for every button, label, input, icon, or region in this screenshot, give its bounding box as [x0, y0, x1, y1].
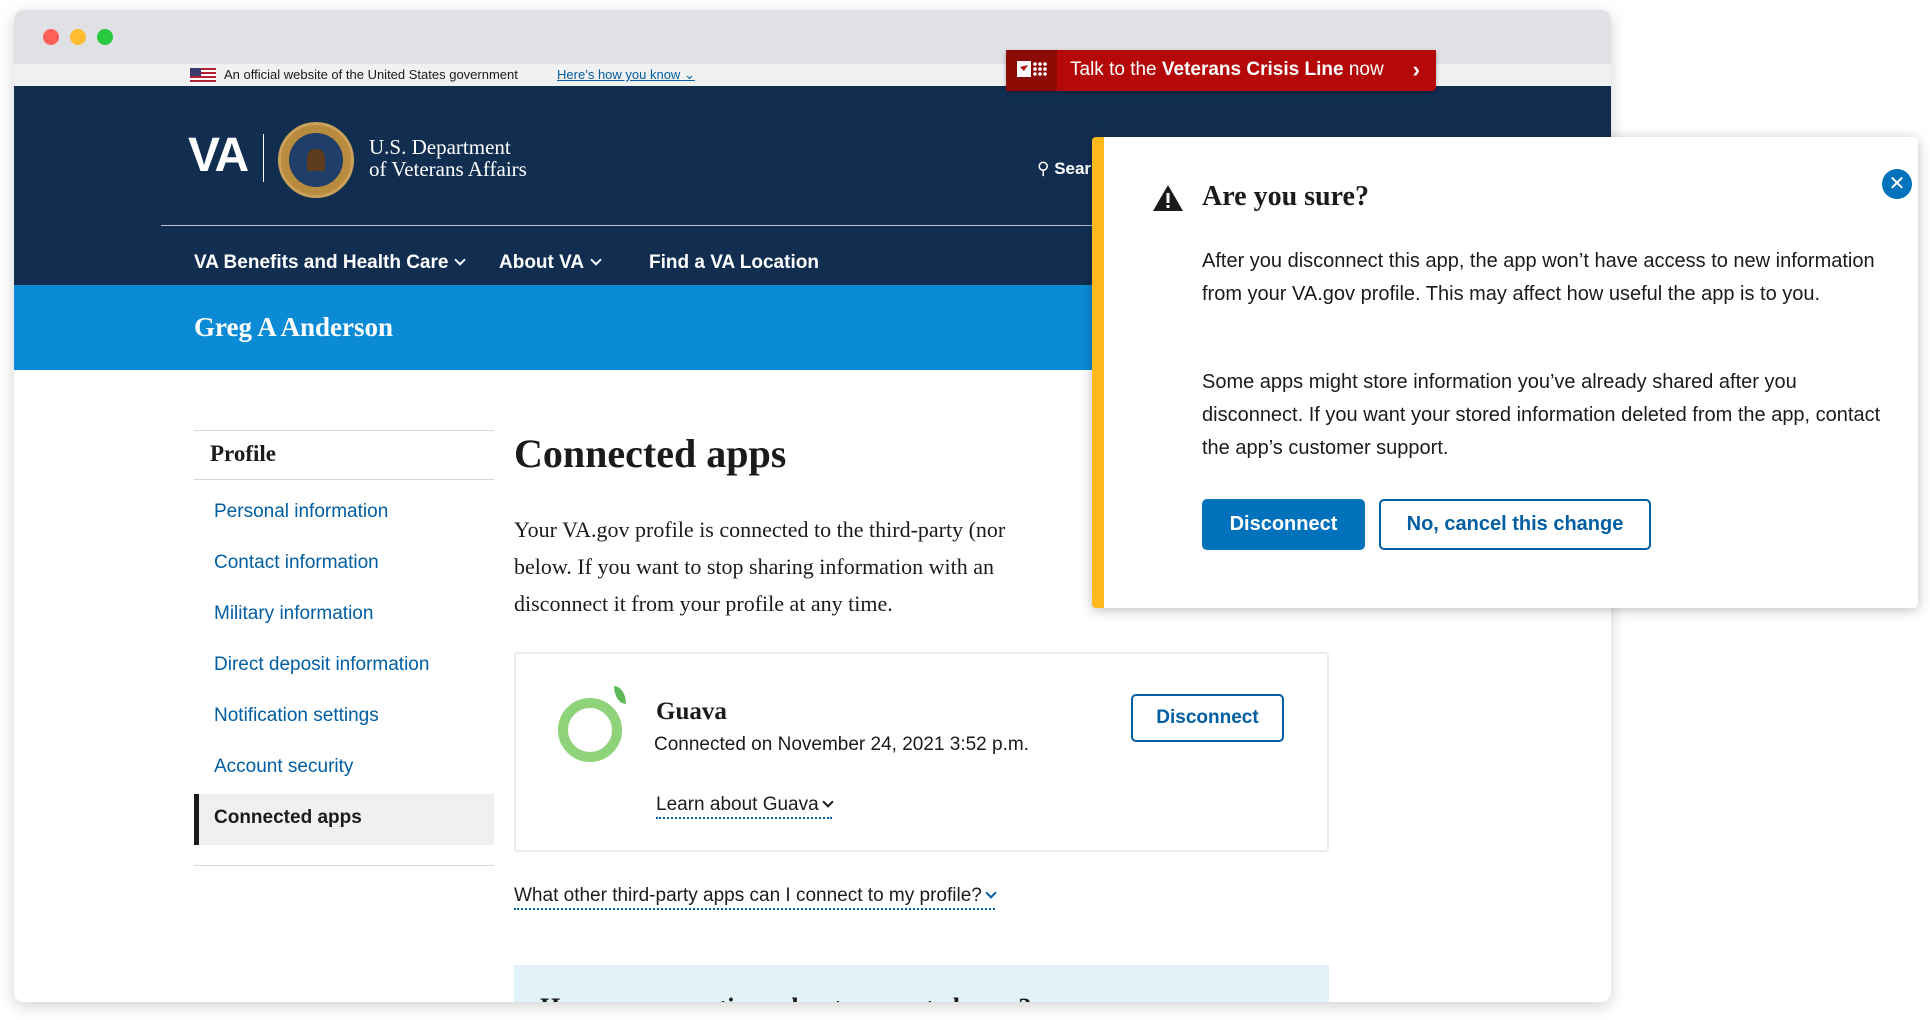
faq-heading: Have more questions about connected apps…: [540, 993, 1031, 1002]
chevron-down-icon: [454, 254, 467, 266]
crisis-suffix: now: [1343, 59, 1384, 80]
modal-paragraph-2: Some apps might store information you’ve…: [1202, 371, 1881, 459]
sidenav-item-notification-settings[interactable]: Notification settings: [194, 692, 494, 743]
sidenav-item-military-information[interactable]: Military information: [194, 590, 494, 641]
nav-find-location[interactable]: Find a VA Location: [649, 252, 819, 274]
leaf-icon: [614, 686, 626, 704]
how-you-know-label: Here’s how you know: [557, 67, 681, 82]
sidenav-item-account-security[interactable]: Account security: [194, 743, 494, 794]
nav-about-va[interactable]: About VA: [499, 252, 602, 274]
how-you-know-link[interactable]: Here’s how you know ⌄: [557, 67, 695, 83]
modal-cancel-button[interactable]: No, cancel this change: [1379, 499, 1651, 550]
other-apps-toggle[interactable]: What other third-party apps can I connec…: [514, 885, 997, 910]
department-name: U.S. Department of Veterans Affairs: [369, 136, 527, 180]
chevron-right-icon: ›: [1412, 57, 1420, 82]
nav-va-benefits[interactable]: VA Benefits and Health Care: [194, 252, 467, 274]
sidenav-item-personal-information[interactable]: Personal information: [194, 488, 494, 539]
user-name: Greg A Anderson: [194, 312, 394, 342]
gov-banner-text: An official website of the United States…: [224, 67, 518, 82]
header-divider: [161, 225, 1111, 226]
sidenav-divider: [194, 865, 494, 866]
minimize-window-button[interactable]: [70, 29, 86, 45]
sidenav-title: Profile: [194, 430, 494, 480]
veterans-crisis-line-button[interactable]: Talk to the Veterans Crisis Line now ›: [1006, 50, 1436, 91]
close-window-button[interactable]: [43, 29, 59, 45]
chevron-down-icon: [822, 796, 834, 808]
other-apps-label: What other third-party apps can I connec…: [514, 885, 982, 906]
chevron-down-icon: [985, 887, 997, 899]
logo-divider: [263, 134, 264, 182]
nav-label: VA Benefits and Health Care: [194, 252, 449, 273]
chevron-down-icon: [590, 254, 602, 266]
crisis-emphasis: Veterans Crisis Line: [1161, 59, 1344, 80]
guava-logo-icon: [558, 698, 622, 762]
crisis-prefix: Talk to the: [1070, 59, 1162, 80]
confirm-disconnect-modal: Are you sure? ✕ After you disconnect thi…: [1092, 137, 1918, 608]
crisis-line-text: Talk to the Veterans Crisis Line now: [1070, 59, 1384, 81]
maximize-window-button[interactable]: [97, 29, 113, 45]
app-disconnect-button[interactable]: Disconnect: [1131, 694, 1284, 742]
va-logo[interactable]: VA: [188, 128, 249, 183]
nav-label: About VA: [499, 252, 585, 273]
sidenav-item-contact-information[interactable]: Contact information: [194, 539, 494, 590]
dept-line-2: of Veterans Affairs: [369, 157, 527, 181]
learn-label: Learn about Guava: [656, 794, 819, 815]
chevron-down-icon: ⌄: [683, 67, 695, 82]
search-button[interactable]: ⚲ Sear: [1037, 159, 1091, 179]
nav-label: Find a VA Location: [649, 252, 819, 273]
profile-sidenav: Profile Personal information Contact inf…: [194, 430, 494, 866]
us-flag-icon: [190, 68, 216, 83]
dept-line-1: U.S. Department: [369, 135, 511, 159]
app-name: Guava: [656, 698, 727, 725]
sidenav-item-direct-deposit[interactable]: Direct deposit information: [194, 641, 494, 692]
app-card-guava: Guava Connected on November 24, 2021 3:5…: [514, 652, 1329, 852]
eagle-icon: [307, 149, 325, 171]
faq-box: Have more questions about connected apps…: [514, 965, 1329, 1002]
learn-about-app-toggle[interactable]: Learn about Guava: [656, 794, 834, 819]
modal-disconnect-button[interactable]: Disconnect: [1202, 499, 1365, 550]
crisis-line-icon: [1006, 50, 1057, 91]
warning-icon: [1153, 185, 1183, 211]
sidenav-item-connected-apps[interactable]: Connected apps: [194, 794, 494, 845]
seal-inner: [289, 133, 343, 187]
search-label: Sear: [1054, 159, 1092, 178]
close-icon[interactable]: ✕: [1882, 169, 1912, 199]
modal-title: Are you sure?: [1202, 181, 1369, 212]
modal-paragraph-1: After you disconnect this app, the app w…: [1202, 250, 1875, 305]
search-icon: ⚲: [1037, 159, 1050, 178]
va-seal-icon: [278, 122, 354, 198]
app-connected-date: Connected on November 24, 2021 3:52 p.m.: [654, 734, 1029, 755]
